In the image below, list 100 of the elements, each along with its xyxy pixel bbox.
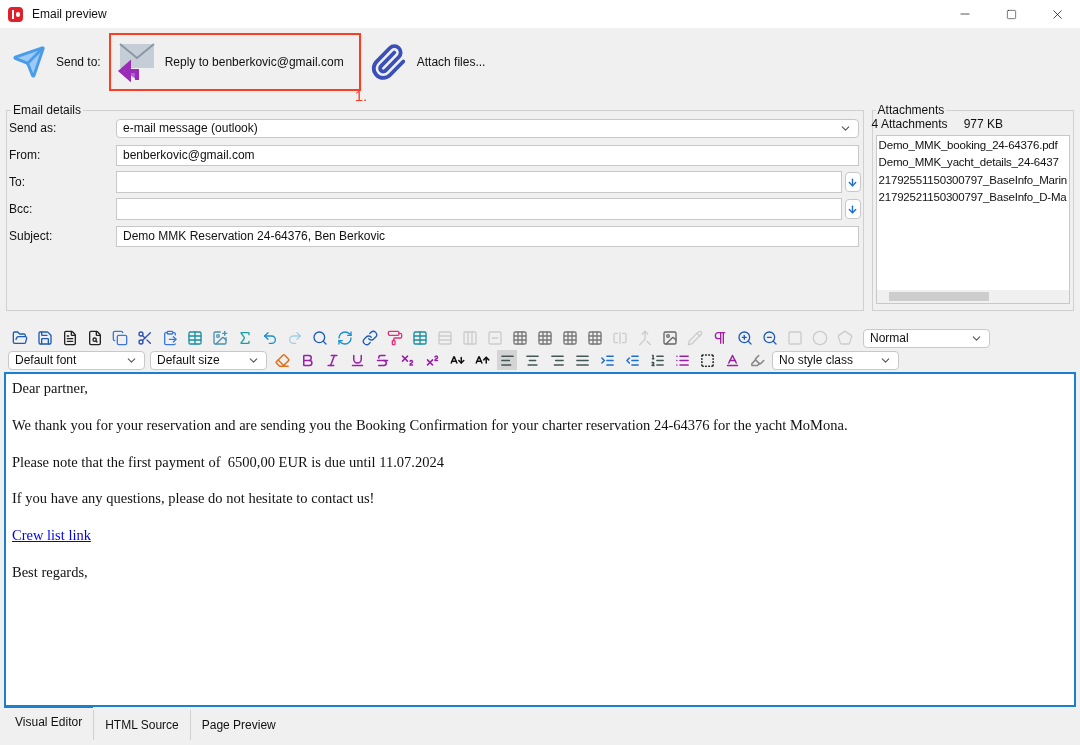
undo-icon	[262, 330, 278, 346]
image-icon	[662, 330, 678, 346]
attachment-item[interactable]: 21792521150300797_BaseInfo_D-Ma	[878, 188, 1067, 206]
copy-tool[interactable]	[110, 328, 130, 348]
image-tool[interactable]	[660, 328, 680, 348]
table-tool[interactable]	[410, 328, 430, 348]
redo-icon	[287, 330, 303, 346]
app-logo-icon	[8, 6, 23, 22]
cut-icon	[137, 330, 153, 346]
field-label: Send as:	[9, 120, 58, 137]
address-pick-button[interactable]	[844, 199, 861, 219]
highlight-icon	[749, 352, 765, 368]
subscript-icon	[399, 352, 415, 368]
link-icon	[362, 330, 378, 346]
bullet-list-icon	[674, 352, 690, 368]
reply-button[interactable]: Reply to benberkovic@gmail.com	[108, 33, 361, 91]
field-label: To:	[9, 174, 26, 191]
editor-tab[interactable]: Visual Editor	[4, 705, 94, 735]
paragraph: Dear partner,	[12, 379, 89, 398]
pentagon-icon	[837, 330, 853, 346]
style-class-dropdown[interactable]: No style class	[772, 350, 899, 370]
field-label: Subject:	[9, 228, 54, 245]
block-format-dropdown[interactable]: Normal	[863, 328, 990, 348]
row-add-icon	[437, 330, 453, 346]
attach-files-button[interactable]: Attach files...	[416, 53, 486, 71]
copy-icon	[112, 330, 128, 346]
align-left-tool[interactable]	[497, 350, 517, 370]
attachment-item[interactable]: Demo_MMK_yacht_details_24-6437	[878, 154, 1067, 172]
editor-area[interactable]	[4, 372, 1076, 707]
indent-icon	[599, 352, 615, 368]
editor-tab[interactable]: HTML Source	[93, 710, 190, 740]
align-center-icon	[524, 352, 540, 368]
address-field[interactable]	[116, 171, 842, 193]
field-label: Bcc:	[9, 201, 34, 218]
text-field[interactable]: Demo MMK Reservation 24-64376, Ben Berkovic	[116, 225, 859, 247]
arrow-down-icon	[847, 176, 859, 188]
image-add-tool[interactable]	[210, 328, 230, 348]
grid-icon	[537, 330, 553, 346]
send-as-dropdown[interactable]: e-mail message (outlook)	[116, 118, 859, 138]
paper-plane-icon	[12, 45, 46, 79]
arrow-down-icon	[847, 203, 859, 215]
save-icon	[37, 330, 53, 346]
paragraph: Best regards,	[12, 562, 89, 582]
window-title: Email preview	[32, 6, 107, 23]
crew-list-link[interactable]: Crew list link	[12, 527, 91, 543]
horizontal-scrollbar[interactable]	[876, 290, 1069, 303]
strikethrough-icon	[374, 352, 390, 368]
italic-icon	[324, 352, 340, 368]
align-right-icon	[549, 352, 565, 368]
table-icon	[187, 330, 203, 346]
replace-tool[interactable]	[335, 328, 355, 348]
circle-icon	[812, 330, 828, 346]
editor-tab[interactable]: Page Preview	[189, 710, 287, 740]
pencil-icon	[687, 330, 703, 346]
save-tool[interactable]	[35, 328, 55, 348]
paste-icon	[162, 330, 178, 346]
superscript-icon	[424, 352, 440, 368]
document-icon	[62, 330, 78, 346]
grid-tool[interactable]	[560, 328, 580, 348]
underline-icon	[349, 352, 365, 368]
zoom-in-icon	[737, 330, 753, 346]
text-field[interactable]: benberkovic@gmail.com	[116, 144, 859, 166]
numbered-list-icon	[649, 352, 665, 368]
grid-tool[interactable]	[535, 328, 555, 348]
grid-tool[interactable]	[510, 328, 530, 348]
font-size-dropdown[interactable]: Default size	[150, 350, 267, 370]
attachment-count: 4 Attachments	[871, 116, 948, 133]
paragraph: Please note that the first payment of 6500,00 EUR is due until 11.07.2024	[12, 452, 445, 472]
link-tool[interactable]	[360, 328, 380, 348]
address-field[interactable]	[116, 198, 842, 220]
folder-icon	[12, 330, 28, 346]
outdent-icon	[624, 352, 640, 368]
print-preview-icon	[87, 330, 103, 346]
font-dropdown[interactable]: Default font	[8, 350, 145, 370]
field-label: From:	[9, 147, 42, 164]
merge-icon	[637, 330, 653, 346]
attachment-item[interactable]: Demo_MMK_booking_24-64376.pdf	[878, 137, 1067, 155]
address-pick-button[interactable]	[844, 172, 861, 192]
reply-mail-icon	[116, 42, 157, 82]
rectangle-icon	[787, 330, 803, 346]
grid-icon	[562, 330, 578, 346]
attachment-size: 977 KB	[963, 116, 1003, 133]
grid-tool[interactable]	[585, 328, 605, 348]
zoom-out-icon	[762, 330, 778, 346]
grid-icon	[587, 330, 603, 346]
justify-icon	[574, 352, 590, 368]
paint-roller-icon	[387, 330, 403, 346]
search-icon	[312, 330, 328, 346]
column-add-icon	[462, 330, 478, 346]
paragraph: We thank you for your reservation and are sending you the Booking Confirmation for your charter reservation 24-64376 for the yacht MoMona.	[12, 415, 849, 435]
table-border-icon	[699, 352, 715, 368]
table-tool[interactable]	[185, 328, 205, 348]
maximize-icon	[1005, 8, 1017, 20]
row-remove-icon	[487, 330, 503, 346]
replace-icon	[337, 330, 353, 346]
paint-roller-tool[interactable]	[385, 328, 405, 348]
attachment-item[interactable]: 21792551150300797_BaseInfo_Marin	[878, 171, 1067, 189]
grid-icon	[512, 330, 528, 346]
table-icon	[412, 330, 428, 346]
pilcrow-icon	[712, 330, 728, 346]
